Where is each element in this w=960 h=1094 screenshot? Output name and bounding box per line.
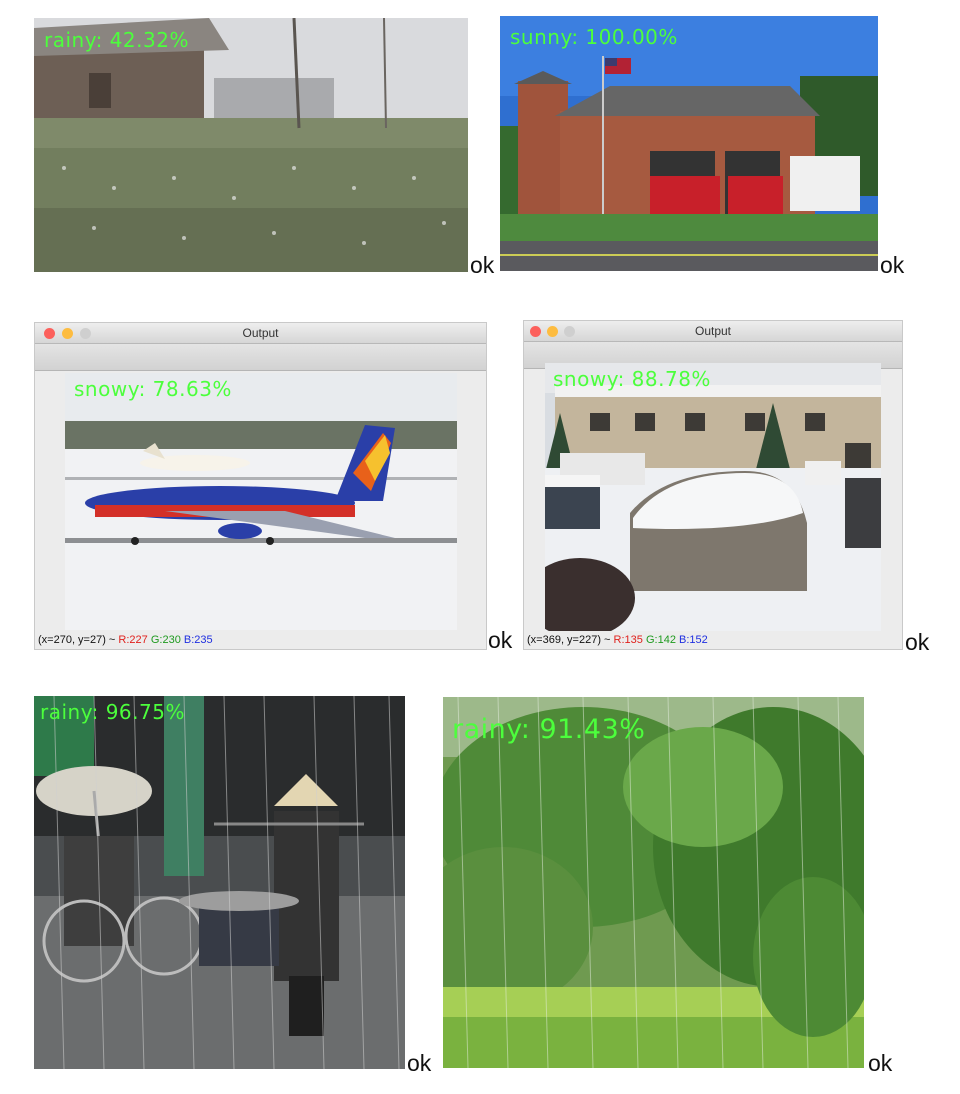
cursor-coords: (x=270, y=27) ~ xyxy=(38,634,116,646)
ok-label: ok xyxy=(868,1050,893,1076)
window-titlebar: Output xyxy=(35,323,486,344)
prediction-label: rainy: 91.43% xyxy=(452,714,646,745)
green-value: G:142 xyxy=(645,634,676,646)
ok-label: ok xyxy=(905,629,930,655)
output-window: Output (x=270, y=27) ~ R:227 G:230 B:235 xyxy=(34,322,487,650)
photo-snowy-airplane xyxy=(65,373,457,630)
ok-label: ok xyxy=(880,252,905,278)
status-bar: (x=369, y=227) ~ R:135 G:142 B:152 xyxy=(527,634,708,646)
ok-label: ok xyxy=(470,252,495,278)
photo-snowy-parking-lot xyxy=(545,363,881,631)
photo-sunny-fire-station xyxy=(500,16,878,271)
prediction-label: rainy: 42.32% xyxy=(44,28,189,52)
prediction-label: snowy: 78.63% xyxy=(74,377,232,401)
photo-rainy-street xyxy=(34,696,405,1069)
ok-label: ok xyxy=(407,1050,432,1076)
photo-rainy-village xyxy=(34,18,468,272)
cursor-coords: (x=369, y=227) ~ xyxy=(527,634,611,646)
photo-rainy-forest xyxy=(443,697,864,1068)
window-toolbar xyxy=(35,344,486,371)
prediction-label: sunny: 100.00% xyxy=(510,25,678,49)
window-title: Output xyxy=(694,324,732,338)
green-value: G:230 xyxy=(150,634,181,646)
blue-value: B:235 xyxy=(183,634,213,646)
ok-label: ok xyxy=(488,627,513,653)
prediction-label: snowy: 88.78% xyxy=(553,367,711,391)
red-value: R:227 xyxy=(118,634,148,646)
window-titlebar: Output xyxy=(524,321,902,342)
window-title: Output xyxy=(242,326,279,340)
status-bar: (x=270, y=27) ~ R:227 G:230 B:235 xyxy=(38,634,213,646)
prediction-label: rainy: 96.75% xyxy=(40,700,185,724)
blue-value: B:152 xyxy=(679,634,708,646)
red-value: R:135 xyxy=(613,634,643,646)
